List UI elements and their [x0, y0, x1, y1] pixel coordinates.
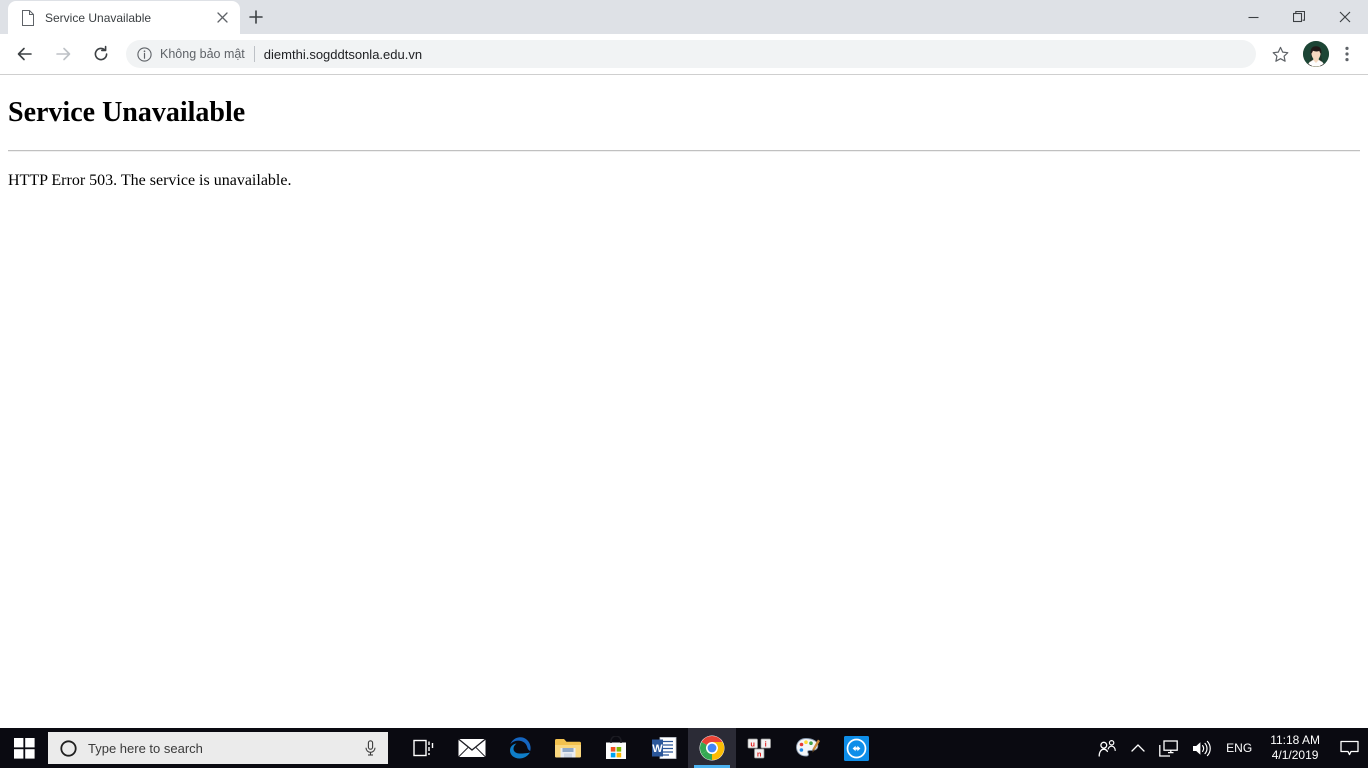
cortana-circle-icon [58, 738, 78, 758]
three-dot-menu-icon[interactable] [1334, 40, 1360, 68]
taskbar-app-word[interactable]: W [640, 728, 688, 768]
window-minimize-button[interactable] [1230, 0, 1276, 34]
taskbar-app-mail[interactable] [448, 728, 496, 768]
url-text[interactable]: diemthi.sogddtsonla.edu.vn [264, 47, 422, 62]
error-message: HTTP Error 503. The service is unavailab… [8, 171, 292, 189]
taskbar-app-chrome[interactable] [688, 728, 736, 768]
action-center-icon[interactable] [1330, 728, 1368, 768]
window-restore-button[interactable] [1276, 0, 1322, 34]
taskbar-app-microsoft-store[interactable] [592, 728, 640, 768]
profile-avatar-icon[interactable] [1303, 41, 1329, 67]
tab-strip: Service Unavailable [0, 0, 1368, 34]
system-tray: ENG 11:18 AM 4/1/2019 [1091, 728, 1368, 768]
forward-button [49, 40, 77, 68]
reload-button[interactable] [87, 40, 115, 68]
volume-icon[interactable] [1185, 728, 1218, 768]
clock-date: 4/1/2019 [1271, 748, 1319, 762]
network-icon[interactable] [1152, 728, 1185, 768]
taskbar-app-edge[interactable] [496, 728, 544, 768]
windows-taskbar: Type here to search W u i n ENG 11:18 AM… [0, 728, 1368, 768]
window-close-button[interactable] [1322, 0, 1368, 34]
svg-text:u: u [750, 739, 755, 748]
taskbar-app-list: W u i n [400, 728, 880, 768]
browser-window: Service Unavailable Không bảo mật diemth… [0, 0, 1368, 728]
people-icon[interactable] [1091, 728, 1124, 768]
tab-title: Service Unavailable [45, 10, 152, 25]
svg-text:n: n [757, 749, 762, 758]
microphone-icon[interactable] [360, 738, 380, 758]
language-indicator[interactable]: ENG [1218, 728, 1260, 768]
svg-text:i: i [765, 739, 767, 748]
address-bar[interactable]: Không bảo mật diemthi.sogddtsonla.edu.vn [126, 40, 1256, 68]
browser-toolbar: Không bảo mật diemthi.sogddtsonla.edu.vn [0, 34, 1368, 74]
tab-strip-spacer [0, 0, 8, 34]
search-placeholder-text: Type here to search [88, 740, 203, 756]
taskbar-app-unikey[interactable]: u i n [736, 728, 784, 768]
star-icon[interactable] [1266, 40, 1294, 68]
windows-logo-icon[interactable] [0, 728, 48, 768]
browser-tab[interactable]: Service Unavailable [8, 1, 240, 34]
new-tab-button[interactable] [242, 3, 270, 31]
page-viewport: Service Unavailable HTTP Error 503. The … [0, 75, 1368, 728]
taskbar-app-task-view[interactable] [400, 728, 448, 768]
taskbar-app-paint[interactable] [784, 728, 832, 768]
clock-time: 11:18 AM [1270, 733, 1320, 747]
info-circle-icon[interactable] [134, 44, 154, 64]
page-document-icon [20, 9, 36, 26]
omnibox-divider [253, 46, 255, 62]
taskbar-app-file-explorer[interactable] [544, 728, 592, 768]
page-title: Service Unavailable [8, 97, 246, 128]
clock[interactable]: 11:18 AM 4/1/2019 [1260, 728, 1330, 768]
window-controls [1230, 0, 1368, 34]
svg-text:W: W [652, 743, 663, 755]
horizontal-rule [8, 149, 1360, 152]
taskbar-search-input[interactable]: Type here to search [48, 732, 388, 764]
chevron-up-icon[interactable] [1124, 728, 1152, 768]
tab-close-icon[interactable] [212, 8, 232, 28]
taskbar-app-teamviewer[interactable] [832, 728, 880, 768]
security-status-text: Không bảo mật [160, 47, 245, 61]
back-button[interactable] [11, 40, 39, 68]
